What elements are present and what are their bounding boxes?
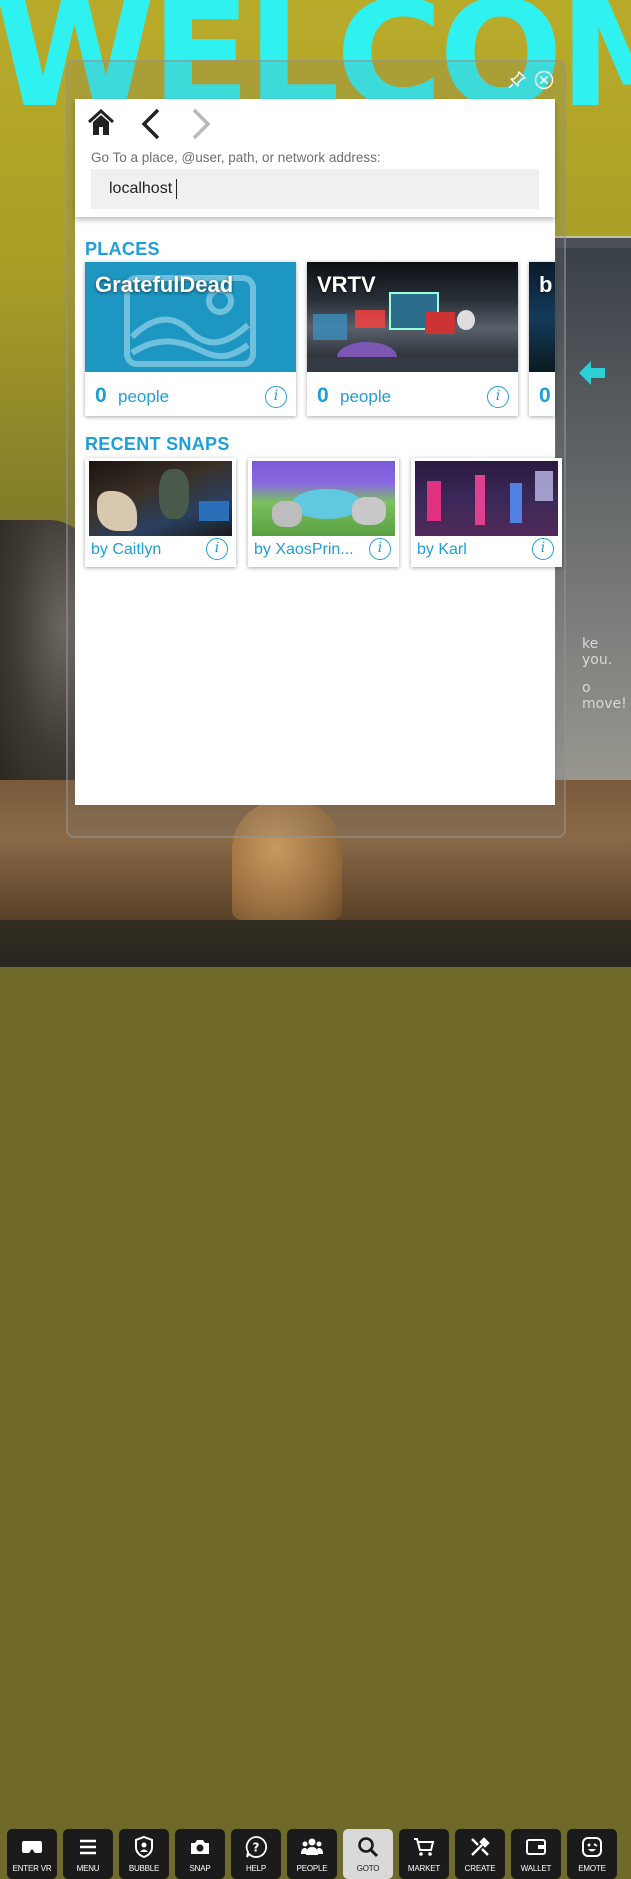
toolbar-label: MARKET <box>407 1864 441 1873</box>
place-card[interactable]: b 0 <box>529 262 555 416</box>
market-button[interactable]: MARKET <box>399 1829 449 1879</box>
goto-button[interactable]: GOTO <box>343 1829 393 1879</box>
toolbar-label: SNAP <box>189 1864 211 1873</box>
snap-author: by Caitlyn <box>91 541 162 558</box>
world-text: ke you. <box>582 636 613 668</box>
shield-icon <box>135 1835 153 1859</box>
help-button[interactable]: ? HELP <box>231 1829 281 1879</box>
snap-author: by Karl <box>417 541 467 558</box>
snap-author: by XaosPrin... <box>254 541 354 558</box>
toolbar-label: GOTO <box>356 1864 380 1873</box>
nav-header: Go To a place, @user, path, or network a… <box>75 99 555 217</box>
search-icon <box>358 1837 379 1858</box>
snap-card[interactable]: by XaosPrin... i <box>248 458 399 567</box>
place-people-label: people <box>118 387 170 406</box>
info-icon[interactable]: i <box>369 538 391 560</box>
toolbar-label: BUBBLE <box>128 1864 160 1873</box>
snap-thumbnail <box>415 461 558 536</box>
create-button[interactable]: CREATE <box>455 1829 505 1879</box>
snap-card[interactable]: by Caitlyn i <box>85 458 236 567</box>
place-people-label: people <box>340 387 392 406</box>
place-people-count: 0 <box>317 384 329 407</box>
info-icon[interactable]: i <box>206 538 228 560</box>
close-icon[interactable] <box>534 70 554 90</box>
place-name: GratefulDead <box>95 272 234 297</box>
bottom-toolbar: ENTER VR MENU BUBBLE SNAP ? HELP PEOPLE … <box>0 913 631 1879</box>
text-caret <box>176 179 177 199</box>
snap-button[interactable]: SNAP <box>175 1829 225 1879</box>
place-people-count: 0 <box>539 384 551 407</box>
chevron-right-icon[interactable] <box>189 107 213 141</box>
info-icon[interactable]: i <box>532 538 554 560</box>
vr-headset-icon <box>22 1841 42 1853</box>
arrow-left-icon <box>579 361 605 385</box>
svg-text:?: ? <box>253 1841 260 1855</box>
home-icon[interactable] <box>87 109 115 137</box>
toolbar-label: HELP <box>245 1864 267 1873</box>
place-card[interactable]: GratefulDead 0 people i <box>85 262 296 416</box>
snap-thumbnail <box>89 461 232 536</box>
bubble-button[interactable]: BUBBLE <box>119 1829 169 1879</box>
camera-icon <box>191 1840 209 1854</box>
emote-icon <box>582 1837 602 1857</box>
wallet-button[interactable]: WALLET <box>511 1829 561 1879</box>
emote-button[interactable]: EMOTE <box>567 1829 617 1879</box>
place-name: VRTV <box>317 272 376 297</box>
snap-card[interactable]: by Karl i <box>411 458 562 567</box>
goto-panel: Go To a place, @user, path, or network a… <box>75 99 562 805</box>
chevron-left-icon[interactable] <box>139 107 163 141</box>
place-people-count: 0 <box>95 384 107 407</box>
toolbar-label: CREATE <box>464 1864 496 1873</box>
menu-button[interactable]: MENU <box>63 1829 113 1879</box>
wallet-icon <box>526 1839 546 1855</box>
help-icon: ? <box>245 1836 268 1858</box>
enter-vr-button[interactable]: ENTER VR <box>7 1829 57 1879</box>
toolbar-label: PEOPLE <box>296 1864 328 1873</box>
cart-icon <box>414 1838 435 1856</box>
world-text: o move! <box>582 680 627 712</box>
address-label: Go To a place, @user, path, or network a… <box>91 150 381 165</box>
address-input[interactable] <box>91 169 539 209</box>
place-card[interactable]: VRTV 0 people i <box>307 262 518 416</box>
info-icon[interactable]: i <box>265 386 287 408</box>
create-icon <box>471 1837 490 1856</box>
menu-icon <box>80 1839 96 1855</box>
toolbar-label: WALLET <box>520 1864 552 1873</box>
toolbar-label: ENTER VR <box>12 1864 52 1873</box>
info-icon[interactable]: i <box>487 386 509 408</box>
places-title: PLACES <box>85 239 160 259</box>
toolbar-label: EMOTE <box>578 1864 606 1873</box>
place-name: b <box>539 272 553 297</box>
people-button[interactable]: PEOPLE <box>287 1829 337 1879</box>
toolbar-label: MENU <box>76 1864 100 1873</box>
people-icon <box>301 1838 323 1855</box>
pin-icon[interactable] <box>507 70 527 90</box>
recent-snaps-title: RECENT SNAPS <box>85 434 230 454</box>
snap-thumbnail <box>252 461 395 536</box>
